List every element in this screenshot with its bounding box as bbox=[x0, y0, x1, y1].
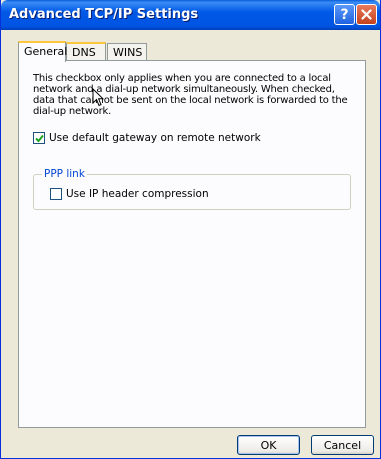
ppp-link-group: PPP link Use IP header compression bbox=[33, 168, 351, 210]
cancel-button[interactable]: Cancel bbox=[311, 435, 374, 455]
window-title: Advanced TCP/IP Settings bbox=[9, 7, 199, 22]
mouse-pointer-icon bbox=[92, 88, 104, 107]
help-icon: ? bbox=[340, 6, 349, 23]
ip-header-compression-label: Use IP header compression bbox=[66, 188, 209, 200]
help-button[interactable]: ? bbox=[334, 4, 355, 25]
title-bar[interactable]: Advanced TCP/IP Settings ? bbox=[1, 0, 380, 30]
tab-wins[interactable]: WINS bbox=[107, 43, 147, 61]
default-gateway-checkbox[interactable] bbox=[33, 132, 45, 144]
close-button[interactable] bbox=[356, 4, 377, 25]
general-tab-panel: This checkbox only applies when you are … bbox=[18, 60, 366, 428]
default-gateway-option[interactable]: Use default gateway on remote network bbox=[33, 132, 261, 144]
ppp-link-group-label: PPP link bbox=[42, 168, 87, 180]
advanced-tcpip-dialog: Advanced TCP/IP Settings ? General DNS W… bbox=[0, 0, 381, 459]
tab-general[interactable]: General bbox=[18, 41, 67, 62]
ip-header-compression-checkbox[interactable] bbox=[50, 188, 62, 200]
ip-header-compression-option[interactable]: Use IP header compression bbox=[50, 188, 209, 200]
default-gateway-label: Use default gateway on remote network bbox=[49, 132, 261, 144]
close-icon bbox=[361, 9, 372, 20]
checkmark-icon bbox=[34, 134, 44, 142]
tab-dns[interactable]: DNS bbox=[66, 42, 106, 61]
ok-button[interactable]: OK bbox=[237, 435, 300, 455]
gateway-description: This checkbox only applies when you are … bbox=[33, 73, 348, 117]
